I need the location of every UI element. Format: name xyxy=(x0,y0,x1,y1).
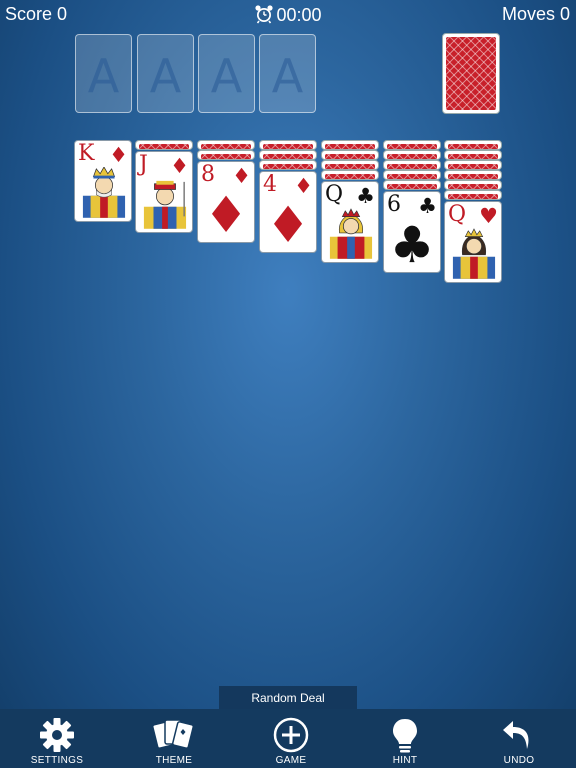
undo-label: UNDO xyxy=(503,755,535,766)
card-rank: 4 xyxy=(263,172,277,197)
foundation-pile-4[interactable]: A xyxy=(259,34,316,113)
undo-button[interactable]: UNDO xyxy=(479,709,559,768)
card-rank: Q xyxy=(448,202,467,227)
face-down-card xyxy=(444,160,502,170)
card-suit: ♣ xyxy=(418,194,437,218)
face-down-card xyxy=(321,170,379,180)
card-suit: ♦ xyxy=(109,143,128,167)
tableau-card-eight-diamonds[interactable]: 8 ♦ ♦ xyxy=(197,161,255,243)
card-rank: Q xyxy=(325,182,344,207)
timer-value: 00:00 xyxy=(276,5,322,25)
card-back-pattern xyxy=(448,194,498,199)
card-suit: ♥ xyxy=(479,204,498,228)
face-down-card xyxy=(444,180,502,190)
face-down-card xyxy=(321,160,379,170)
plus-circle-icon xyxy=(273,717,309,753)
foundation-placeholder: A xyxy=(87,49,120,103)
undo-icon xyxy=(503,721,529,749)
foundation-pile-3[interactable]: A xyxy=(198,34,255,113)
tableau-card-six-clubs[interactable]: 6 ♣ ♣ xyxy=(383,191,441,273)
face-down-card xyxy=(197,140,255,150)
foundation-placeholder: A xyxy=(149,49,182,103)
queen-portrait-icon xyxy=(329,208,373,259)
face-down-card xyxy=(383,140,441,150)
foundation-placeholder: A xyxy=(210,49,243,103)
face-down-card xyxy=(259,160,317,170)
game-label: GAME xyxy=(275,755,307,766)
card-suit-large: ♦ xyxy=(265,196,311,253)
cards-icon xyxy=(152,719,194,749)
random-deal-banner: Random Deal xyxy=(219,686,357,710)
tableau-card-queen-clubs[interactable]: Q ♣ xyxy=(321,181,379,263)
face-down-card xyxy=(383,170,441,180)
queen-portrait-icon xyxy=(452,228,496,279)
theme-button[interactable]: THEME xyxy=(134,709,214,768)
face-down-card xyxy=(383,160,441,170)
hint-button[interactable]: HINT xyxy=(365,709,445,768)
jack-portrait-icon xyxy=(143,180,187,229)
settings-button[interactable]: SETTINGS xyxy=(17,709,97,768)
card-rank: K xyxy=(78,141,95,166)
card-back-pattern xyxy=(201,154,251,159)
tableau-card-queen-hearts[interactable]: Q ♥ xyxy=(444,201,502,283)
face-down-card xyxy=(383,150,441,160)
gear-icon xyxy=(40,718,74,752)
timer: 00:00 xyxy=(0,4,576,29)
card-suit-large: ♣ xyxy=(389,216,435,273)
card-rank: 6 xyxy=(387,192,401,217)
face-down-card xyxy=(444,140,502,150)
face-down-card xyxy=(444,150,502,160)
face-down-card xyxy=(444,190,502,200)
tableau-card-four-diamonds[interactable]: 4 ♦ ♦ xyxy=(259,171,317,253)
face-down-card xyxy=(259,150,317,160)
card-suit: ♦ xyxy=(294,174,313,198)
lightbulb-icon xyxy=(393,719,417,753)
king-portrait-icon xyxy=(82,167,126,218)
card-suit: ♣ xyxy=(356,184,375,208)
alarm-clock-icon xyxy=(254,4,274,29)
card-back-pattern xyxy=(263,164,313,169)
moves-label: Moves 0 xyxy=(501,4,570,24)
face-down-card xyxy=(444,170,502,180)
face-down-card xyxy=(135,140,193,150)
card-rank: J xyxy=(139,152,148,177)
foundation-pile-2[interactable]: A xyxy=(137,34,194,113)
hint-label: HINT xyxy=(392,755,418,766)
face-down-card xyxy=(321,140,379,150)
card-suit-large: ♦ xyxy=(203,186,249,243)
card-back-pattern xyxy=(139,144,189,149)
stock-pile[interactable] xyxy=(442,33,500,114)
face-down-card xyxy=(197,150,255,160)
face-down-card xyxy=(383,180,441,190)
card-suit: ♦ xyxy=(170,154,189,178)
tableau-card-king-diamonds[interactable]: K ♦ xyxy=(74,140,132,222)
bottom-toolbar: SETTINGS THEME GAME HINT UNDO xyxy=(0,709,576,768)
card-back-pattern xyxy=(325,174,375,179)
card-back-pattern xyxy=(387,184,437,189)
theme-label: THEME xyxy=(155,755,193,766)
foundation-placeholder: A xyxy=(271,49,304,103)
face-down-card xyxy=(321,150,379,160)
card-rank: 8 xyxy=(201,162,215,187)
new-game-button[interactable]: GAME xyxy=(251,709,331,768)
settings-label: SETTINGS xyxy=(30,755,84,766)
tableau-card-jack-diamonds[interactable]: J ♦ xyxy=(135,151,193,233)
foundation-pile-1[interactable]: A xyxy=(75,34,132,113)
card-back-pattern xyxy=(446,37,496,110)
card-suit: ♦ xyxy=(232,164,251,188)
face-down-card xyxy=(259,140,317,150)
